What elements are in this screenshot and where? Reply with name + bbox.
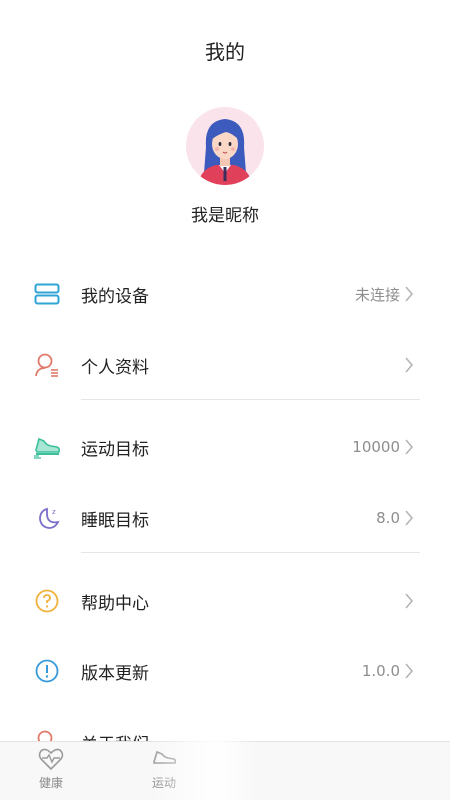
menu-item-label: 睡眠目标 (81, 510, 149, 531)
menu-item-label: 我的设备 (81, 286, 149, 307)
info-exclamation-icon (33, 657, 61, 685)
help-icon (33, 587, 61, 615)
chevron-right-icon (400, 438, 418, 456)
menu-item-sleep-goal[interactable]: z 睡眠目标 8.0 (0, 490, 450, 546)
chevron-right-icon (400, 592, 418, 610)
menu-item-value: 8.0 (376, 509, 400, 527)
menu-item-value: 1.0.0 (361, 662, 400, 680)
menu-item-my-device[interactable]: 我的设备 未连接 (0, 266, 450, 322)
tab-health[interactable]: 健康 (21, 746, 81, 798)
chevron-right-icon (400, 285, 418, 303)
menu-item-help-center[interactable]: 帮助中心 (0, 573, 450, 629)
user-profile-icon (33, 351, 61, 379)
section-divider (81, 552, 420, 553)
menu-item-label: 版本更新 (81, 663, 149, 684)
tab-label: 健康 (38, 776, 63, 790)
nickname[interactable]: 我是昵称 (0, 201, 450, 226)
chevron-right-icon (400, 509, 418, 527)
menu-item-version-update[interactable]: 版本更新 1.0.0 (0, 643, 450, 699)
menu-item-label: 运动目标 (81, 439, 149, 460)
sneaker-icon (33, 433, 61, 461)
menu-item-profile[interactable]: 个人资料 (0, 337, 450, 393)
sneaker-icon (151, 746, 177, 772)
avatar-illustration (186, 107, 264, 185)
menu-item-label: 帮助中心 (81, 593, 149, 614)
menu-item-label: 个人资料 (81, 357, 149, 378)
chevron-right-icon (400, 662, 418, 680)
svg-text:z: z (52, 508, 56, 516)
menu-item-value: 未连接 (354, 285, 400, 304)
tab-exercise[interactable]: 运动 (134, 746, 194, 798)
heart-pulse-icon (38, 746, 64, 772)
device-icon (33, 280, 61, 308)
avatar[interactable] (186, 107, 264, 185)
bottom-tab-bar: 健康 运动 (0, 741, 450, 800)
tab-label: 运动 (151, 776, 176, 790)
section-divider (81, 399, 420, 400)
page-title: 我的 (205, 40, 245, 64)
moon-sleep-icon: z (33, 504, 61, 532)
menu-item-exercise-goal[interactable]: 运动目标 10000 (0, 419, 450, 475)
chevron-right-icon (400, 356, 418, 374)
menu-item-value: 10000 (352, 438, 400, 456)
